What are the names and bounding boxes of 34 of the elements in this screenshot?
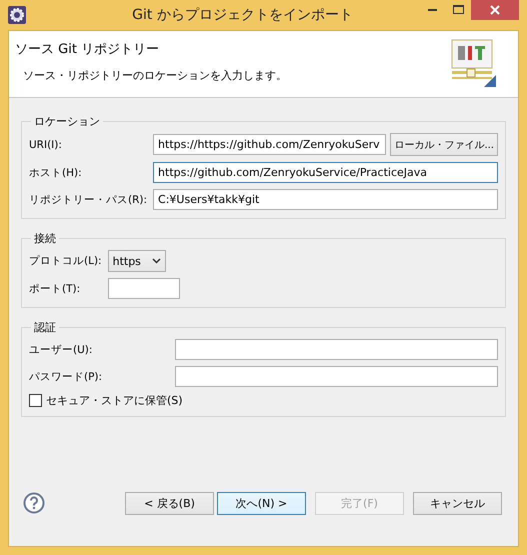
close-button[interactable] bbox=[471, 0, 519, 20]
text-field[interactable]: https://https://github.com/ZenryokuServ bbox=[153, 134, 386, 155]
gear-icon[interactable] bbox=[8, 6, 26, 24]
group-title: ロケーション bbox=[33, 114, 101, 129]
checkbox-label: セキュア・ストアに保管(S) bbox=[46, 393, 183, 408]
field-label: プロトコル(L): bbox=[29, 254, 102, 268]
maximize-icon bbox=[452, 5, 464, 15]
chevron-icon bbox=[152, 258, 161, 264]
dialog-button[interactable]: キャンセル bbox=[413, 492, 502, 514]
field-label: ポート(T): bbox=[29, 282, 82, 296]
text-field[interactable] bbox=[108, 278, 180, 299]
field-label: ユーザー(U): bbox=[29, 342, 94, 356]
close-icon bbox=[490, 5, 500, 15]
field-label: URI(I): bbox=[29, 138, 63, 150]
dialog-button[interactable]: 次へ(N) > bbox=[217, 492, 306, 514]
group-title: 認証 bbox=[33, 320, 57, 335]
field-label: リポジトリー・パス(R): bbox=[29, 192, 148, 206]
browse-button[interactable]: ローカル・ファイル... bbox=[390, 133, 498, 156]
git-logo-icon bbox=[450, 39, 498, 89]
page-description: ソース・リポジトリーのロケーションを入力します。 bbox=[22, 68, 288, 83]
checkbox[interactable] bbox=[29, 394, 42, 407]
minimize-icon bbox=[428, 9, 436, 11]
field-label: ホスト(H): bbox=[29, 166, 83, 180]
page-title: ソース Git リポジトリー bbox=[15, 41, 160, 58]
text-field[interactable]: https://github.com/ZenryokuService/PracticeJava bbox=[153, 162, 498, 183]
dialog-button[interactable]: < 戻る(B) bbox=[125, 492, 214, 514]
text-field[interactable] bbox=[175, 339, 498, 360]
help-icon[interactable] bbox=[23, 492, 45, 514]
protocol-dropdown[interactable]: https bbox=[108, 250, 166, 272]
window-title: Git からプロジェクトをインポート bbox=[131, 6, 354, 24]
group-title: 接続 bbox=[33, 231, 57, 246]
text-field[interactable] bbox=[175, 366, 498, 387]
text-field[interactable]: C:¥Users¥takk¥git bbox=[153, 189, 498, 210]
field-label: パスワード(P): bbox=[29, 370, 104, 384]
